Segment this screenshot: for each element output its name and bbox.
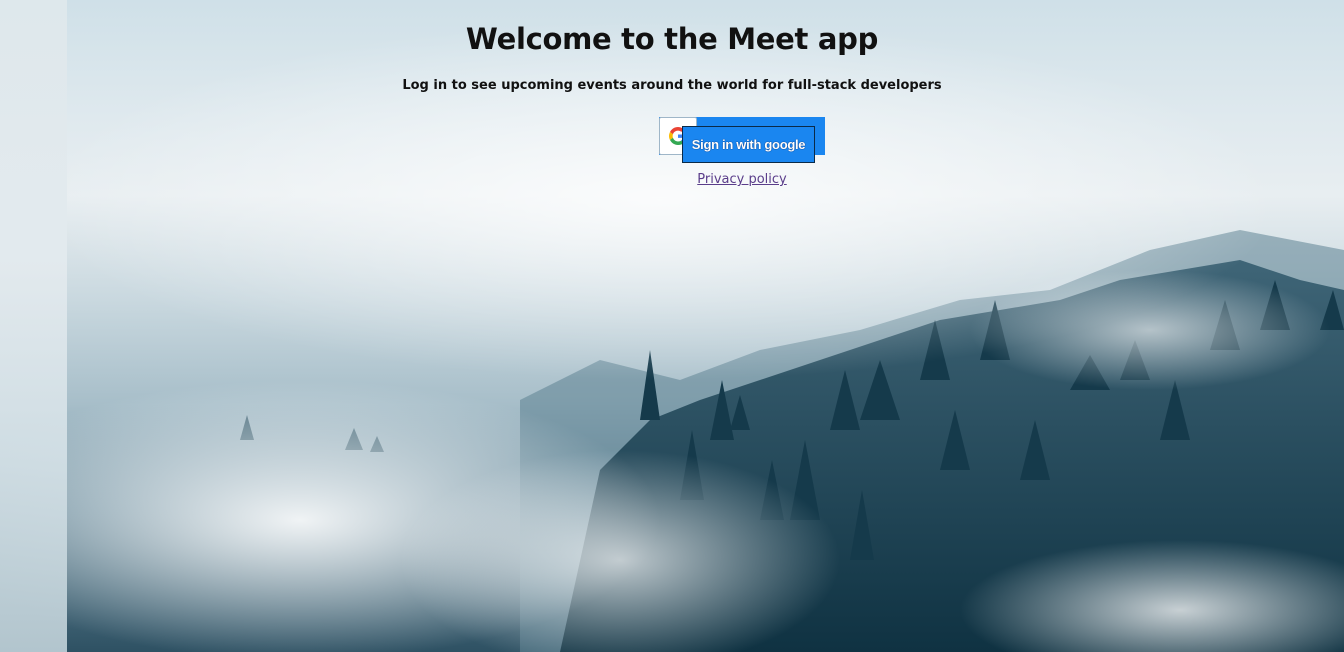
sign-in-button-label: Sign in with google [682,126,815,163]
privacy-policy-link-row: Privacy policy [0,172,1344,187]
image-edge-strip [0,0,67,652]
page-title: Welcome to the Meet app [465,22,879,56]
privacy-policy-link[interactable]: Privacy policy [697,172,786,187]
misty-forest-background [0,20,1344,652]
welcome-content: Welcome to the Meet app Log in to see up… [0,0,1344,93]
welcome-screen: Welcome to the Meet app Log in to see up… [0,0,1344,652]
page-subtitle: Log in to see upcoming events around the… [402,78,942,93]
sign-in-with-google-button[interactable]: Sign in with google [659,117,825,163]
